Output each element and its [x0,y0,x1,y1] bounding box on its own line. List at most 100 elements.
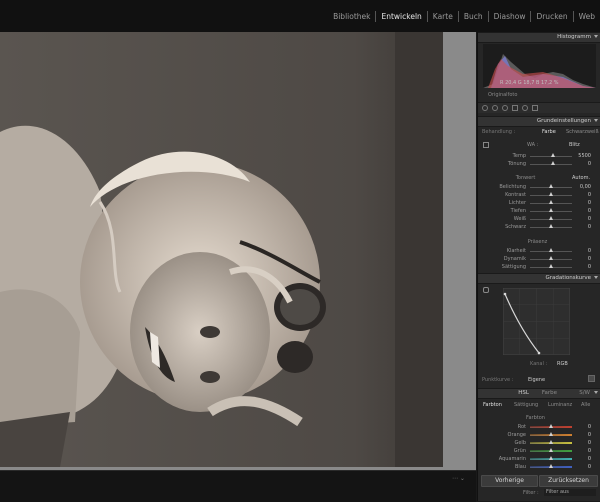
hsl-tab-luminance[interactable]: Luminanz [548,402,572,408]
adjustment-brush-icon[interactable] [532,105,538,111]
slider-row-weiß[interactable]: Weiß 0 [478,215,600,223]
slider-track[interactable] [530,432,572,436]
slider-track[interactable] [530,208,572,212]
graduated-filter-icon[interactable] [512,105,518,111]
bw-tab-title[interactable]: S/W [579,390,590,396]
slider-value[interactable]: 0 [588,248,591,254]
module-karte[interactable]: Karte [426,11,458,22]
channel-select[interactable]: RGB [557,361,568,367]
slider-track[interactable] [530,440,572,444]
image-canvas[interactable] [0,32,476,470]
slider-value[interactable]: 0 [588,264,591,270]
original-photo-checkbox[interactable]: Originalfoto [488,92,517,98]
slider-track[interactable] [530,248,572,252]
slider-thumb[interactable] [551,153,556,157]
module-bibliothek[interactable]: Bibliothek [328,11,375,22]
slider-row-orange[interactable]: Orange 0 [478,431,600,439]
slider-thumb[interactable] [549,424,553,428]
slider-row-kontrast[interactable]: Kontrast 0 [478,191,600,199]
slider-value[interactable]: 0 [588,200,591,206]
slider-row-grün[interactable]: Grün 0 [478,447,600,455]
slider-thumb[interactable] [549,264,553,268]
spot-removal-icon[interactable] [492,105,498,111]
slider-track[interactable] [530,200,572,204]
slider-thumb[interactable] [549,456,553,460]
slider-value[interactable]: 0 [588,424,591,430]
slider-track[interactable] [530,192,572,196]
auto-tone-button[interactable]: Autom. [572,175,590,181]
wb-eyedropper-icon[interactable] [483,142,489,148]
slider-value[interactable]: 0 [588,256,591,262]
slider-thumb[interactable] [549,448,553,452]
slider-thumb[interactable] [549,440,553,444]
slider-value[interactable]: 5500 [578,153,591,159]
slider-value[interactable]: 0 [588,448,591,454]
slider-row-klarheit[interactable]: Klarheit 0 [478,247,600,255]
module-drucken[interactable]: Drucken [530,11,572,22]
slider-value[interactable]: 0 [588,224,591,230]
slider-thumb[interactable] [549,200,553,204]
slider-row-blau[interactable]: Blau 0 [478,463,600,471]
curve-edit-icon[interactable] [588,375,595,382]
slider-track[interactable] [530,153,572,157]
slider-value[interactable]: 0 [588,456,591,462]
slider-row-schwarz[interactable]: Schwarz 0 [478,223,600,231]
slider-value[interactable]: 0 [588,192,591,198]
slider-thumb[interactable] [549,224,553,228]
slider-value[interactable]: 0 [588,216,591,222]
module-entwickeln[interactable]: Entwickeln [375,11,426,22]
slider-value[interactable]: 0 [588,432,591,438]
previous-button[interactable]: Vorherige [481,475,538,487]
slider-row-lichter[interactable]: Lichter 0 [478,199,600,207]
basic-header[interactable]: Grundeinstellungen [478,116,600,127]
slider-row-rot[interactable]: Rot 0 [478,423,600,431]
slider-track[interactable] [530,424,572,428]
slider-row-dynamik[interactable]: Dynamik 0 [478,255,600,263]
tone-curve-graph[interactable] [503,288,570,355]
slider-track[interactable] [530,161,572,165]
module-buch[interactable]: Buch [457,11,488,22]
slider-value[interactable]: 0 [588,464,591,470]
slider-thumb[interactable] [549,192,553,196]
color-tab-title[interactable]: Farbe [542,390,557,396]
slider-row-tiefen[interactable]: Tiefen 0 [478,207,600,215]
tone-curve-header[interactable]: Gradationskurve [478,273,600,284]
point-curve-select[interactable]: Eigene [528,377,545,383]
filter-select[interactable]: Filter aus [544,489,596,496]
slider-thumb[interactable] [551,161,556,165]
treatment-color-option[interactable]: Farbe [542,129,556,135]
crop-icon[interactable] [482,105,488,111]
slider-thumb[interactable] [549,208,553,212]
slider-row-aquamarin[interactable]: Aquamarin 0 [478,455,600,463]
slider-track[interactable] [530,264,572,268]
red-eye-icon[interactable] [502,105,508,111]
radial-filter-icon[interactable] [522,105,528,111]
slider-row-tönung[interactable]: Tönung 0 [478,160,600,168]
slider-track[interactable] [530,184,572,188]
hsl-tab-title[interactable]: HSL [518,390,529,396]
slider-row-sättigung[interactable]: Sättigung 0 [478,263,600,271]
slider-track[interactable] [530,216,572,220]
hsl-tab-all[interactable]: Alle [581,402,590,408]
slider-row-gelb[interactable]: Gelb 0 [478,439,600,447]
histogram-header[interactable]: Histogramm [478,32,600,43]
treatment-bw-option[interactable]: Schwarzweiß [566,129,599,135]
slider-thumb[interactable] [549,256,553,260]
slider-value[interactable]: 0 [588,161,591,167]
slider-thumb[interactable] [549,184,553,188]
hsl-tab-saturation[interactable]: Sättigung [514,402,538,408]
slider-thumb[interactable] [549,464,553,468]
slider-thumb[interactable] [549,248,553,252]
slider-thumb[interactable] [549,432,553,436]
slider-track[interactable] [530,448,572,452]
slider-value[interactable]: 0 [588,440,591,446]
slider-track[interactable] [530,464,572,468]
hsl-tab-hue[interactable]: Farbton [483,402,502,408]
slider-track[interactable] [530,456,572,460]
slider-row-belichtung[interactable]: Belichtung 0,00 [478,183,600,191]
slider-value[interactable]: 0,00 [580,184,591,190]
module-diashow[interactable]: Diashow [487,11,531,22]
curve-target-icon[interactable] [483,287,489,293]
slider-value[interactable]: 0 [588,208,591,214]
slider-track[interactable] [530,224,572,228]
